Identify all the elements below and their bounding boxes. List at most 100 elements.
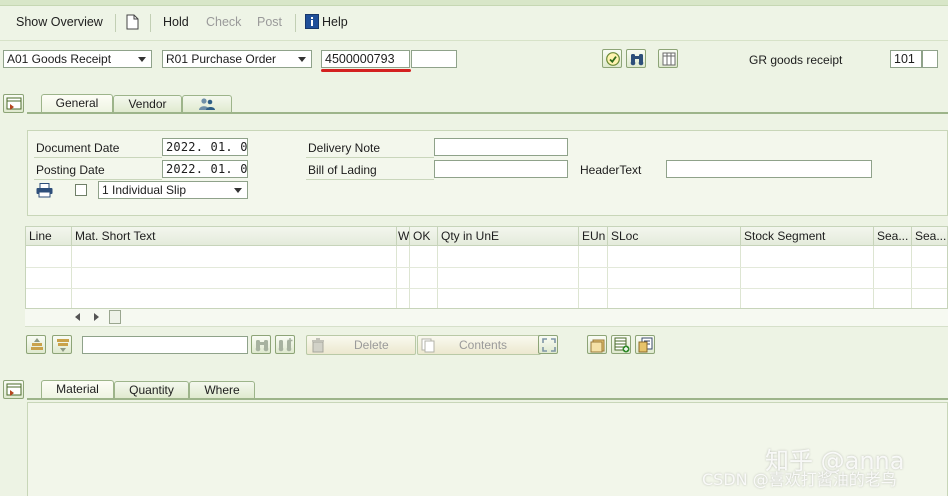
copy-item-button[interactable] bbox=[635, 335, 655, 354]
execute-icon bbox=[606, 52, 620, 66]
tab-material[interactable]: Material bbox=[41, 380, 114, 398]
action-select-value: A01 Goods Receipt bbox=[7, 52, 112, 66]
column-header-eun[interactable]: EUn bbox=[579, 227, 608, 246]
find-next-button[interactable] bbox=[275, 335, 295, 354]
binoculars-icon bbox=[630, 54, 644, 66]
binoculars-plus-icon bbox=[278, 338, 293, 352]
table-row[interactable] bbox=[26, 288, 947, 289]
delivery-note-label: Delivery Note bbox=[308, 141, 381, 155]
column-divider bbox=[71, 246, 72, 308]
grid-layout-icon bbox=[662, 52, 676, 66]
column-divider bbox=[396, 246, 397, 308]
application-toolbar: Show Overview Hold Check Post Help bbox=[0, 6, 948, 41]
find-button[interactable] bbox=[626, 49, 646, 68]
movement-type-label: GR goods receipt bbox=[749, 53, 843, 67]
contents-button[interactable]: Contents bbox=[417, 335, 541, 355]
post-button[interactable]: Post bbox=[257, 15, 282, 29]
header-text-input[interactable] bbox=[666, 160, 872, 178]
contents-label: Contents bbox=[459, 338, 508, 352]
find-item-button[interactable] bbox=[251, 335, 271, 354]
csdn-watermark: CSDN @喜欢打酱油的老鸟 bbox=[702, 470, 897, 489]
print-checkbox[interactable] bbox=[75, 184, 87, 196]
po-number-input[interactable]: 4500000793 bbox=[321, 50, 410, 68]
copy-rows-icon bbox=[638, 337, 653, 353]
document-stack-icon bbox=[421, 338, 435, 353]
expand-rows-icon bbox=[31, 338, 43, 350]
label-underline bbox=[34, 157, 162, 158]
collapse-header-button[interactable] bbox=[3, 94, 24, 113]
new-document-icon[interactable] bbox=[126, 14, 139, 33]
expand-view-button[interactable] bbox=[538, 335, 558, 354]
hold-button[interactable]: Hold bbox=[163, 15, 189, 29]
delete-item-button[interactable]: Delete bbox=[306, 335, 416, 355]
posting-date-input[interactable]: 2022. 01. 06 bbox=[162, 160, 248, 178]
item-details-button[interactable] bbox=[587, 335, 607, 354]
reference-document-select[interactable]: R01 Purchase Order bbox=[162, 50, 312, 68]
tab-partner[interactable] bbox=[182, 95, 232, 112]
po-number-highlight-underline bbox=[321, 69, 411, 72]
layout-button[interactable] bbox=[658, 49, 678, 68]
scroll-thumb[interactable] bbox=[109, 310, 121, 324]
slip-type-select[interactable]: 1 Individual Slip bbox=[98, 181, 248, 199]
column-divider bbox=[740, 246, 741, 308]
info-icon[interactable] bbox=[305, 14, 319, 32]
column-header-sea-2[interactable]: Sea... bbox=[912, 227, 947, 246]
bill-of-lading-input[interactable] bbox=[434, 160, 568, 178]
column-divider bbox=[409, 246, 410, 308]
column-header-ok[interactable]: OK bbox=[410, 227, 438, 246]
tab-general[interactable]: General bbox=[41, 94, 113, 112]
column-header-mat-short-text[interactable]: Mat. Short Text bbox=[72, 227, 397, 246]
fullscreen-icon bbox=[542, 338, 556, 352]
toolbar-separator bbox=[295, 14, 296, 32]
toolbar-separator bbox=[115, 14, 116, 32]
slip-type-value: 1 Individual Slip bbox=[102, 183, 187, 197]
header-text-label: HeaderText bbox=[580, 163, 642, 177]
column-header-line[interactable]: Line bbox=[26, 227, 72, 246]
help-button[interactable]: Help bbox=[322, 15, 348, 29]
tab-vendor[interactable]: Vendor bbox=[113, 95, 182, 112]
po-item-input[interactable] bbox=[411, 50, 457, 68]
tab-quantity[interactable]: Quantity bbox=[114, 381, 189, 398]
column-divider bbox=[607, 246, 608, 308]
label-underline bbox=[306, 179, 434, 180]
column-header-sloc[interactable]: SLoc bbox=[608, 227, 741, 246]
printer-icon[interactable] bbox=[36, 183, 53, 201]
column-divider bbox=[873, 246, 874, 308]
column-header-stock-segment[interactable]: Stock Segment bbox=[741, 227, 874, 246]
item-table: Line Mat. Short Text W OK Qty in UnE EUn… bbox=[25, 226, 948, 309]
posting-date-label: Posting Date bbox=[36, 163, 105, 177]
item-search-input[interactable] bbox=[82, 336, 248, 354]
label-underline bbox=[34, 179, 162, 180]
tab-where[interactable]: Where bbox=[189, 381, 255, 398]
expand-all-button[interactable] bbox=[26, 335, 46, 354]
collapse-all-button[interactable] bbox=[52, 335, 72, 354]
column-divider bbox=[437, 246, 438, 308]
check-button[interactable]: Check bbox=[206, 15, 241, 29]
scroll-right-icon[interactable] bbox=[94, 313, 99, 321]
document-list-icon bbox=[590, 339, 605, 353]
movement-extra-input[interactable] bbox=[922, 50, 938, 68]
column-header-qty-in-une[interactable]: Qty in UnE bbox=[438, 227, 579, 246]
chevron-down-icon bbox=[234, 188, 242, 193]
document-date-label: Document Date bbox=[36, 141, 120, 155]
binoculars-icon bbox=[255, 340, 269, 352]
column-divider bbox=[578, 246, 579, 308]
collapse-detail-button[interactable] bbox=[3, 380, 24, 399]
scroll-left-icon[interactable] bbox=[75, 313, 80, 321]
document-date-input[interactable]: 2022. 01. 06 bbox=[162, 138, 248, 156]
add-row-icon bbox=[614, 337, 630, 353]
action-select[interactable]: A01 Goods Receipt bbox=[3, 50, 152, 68]
column-header-w[interactable]: W bbox=[397, 227, 410, 246]
delivery-note-input[interactable] bbox=[434, 138, 568, 156]
add-item-button[interactable] bbox=[611, 335, 631, 354]
show-overview-button[interactable]: Show Overview bbox=[16, 15, 103, 29]
collapse-panel-icon bbox=[6, 383, 22, 396]
column-header-sea-1[interactable]: Sea... bbox=[874, 227, 912, 246]
delete-item-label: Delete bbox=[354, 338, 389, 352]
chevron-down-icon bbox=[138, 57, 146, 62]
movement-type-input[interactable]: 101 bbox=[890, 50, 922, 68]
execute-search-button[interactable] bbox=[602, 49, 622, 68]
reference-document-value: R01 Purchase Order bbox=[166, 52, 277, 66]
table-row[interactable] bbox=[26, 267, 947, 268]
horizontal-scrollbar[interactable] bbox=[25, 309, 948, 327]
